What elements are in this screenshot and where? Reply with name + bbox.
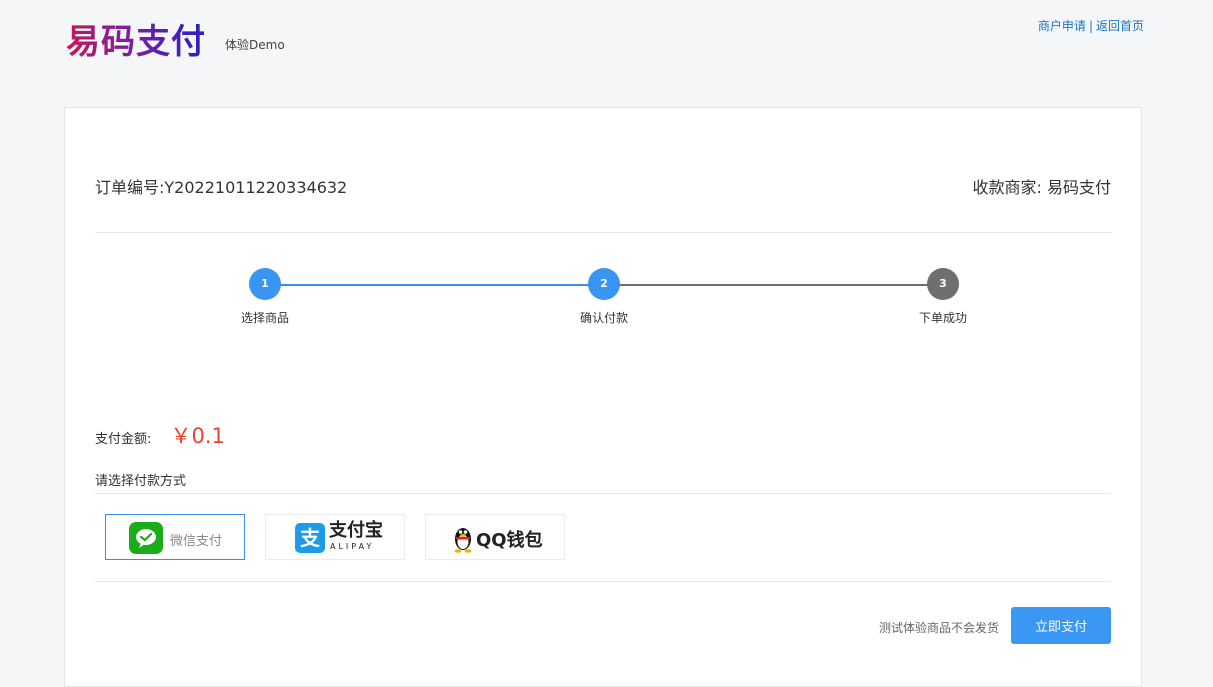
progress-steps: 1 选择商品 2 确认付款 3 下单成功 xyxy=(95,268,1111,338)
link-separator: | xyxy=(1088,19,1093,33)
merchant-info: 收款商家: 易码支付 xyxy=(972,174,1111,198)
pay-now-button[interactable]: 立即支付 xyxy=(1011,607,1111,644)
page-header: 易码支付 体验Demo 商户申请 | 返回首页 xyxy=(0,0,1213,100)
logo-subtitle: 体验Demo xyxy=(225,38,285,52)
qq-wallet-option[interactable]: QQ钱包 xyxy=(425,514,565,560)
back-home-link[interactable]: 返回首页 xyxy=(1096,19,1144,33)
merchant-label: 收款商家: xyxy=(972,178,1042,197)
merchant-name: 易码支付 xyxy=(1046,178,1111,197)
test-notice: 测试体验商品不会发货 xyxy=(878,621,999,635)
choose-method-label: 请选择付款方式 xyxy=(95,474,187,489)
wechat-pay-option[interactable]: 微信支付 xyxy=(105,514,245,560)
step-label: 下单成功 xyxy=(918,311,967,325)
alipay-icon: 支 xyxy=(295,523,325,553)
alipay-option[interactable]: 支 支付宝 ALIPAY xyxy=(265,514,405,560)
merchant-apply-link[interactable]: 商户申请 xyxy=(1038,19,1086,33)
step-select-goods: 1 选择商品 xyxy=(215,268,315,326)
step-label: 确认付款 xyxy=(579,311,628,325)
amount-value: ￥0.1 xyxy=(170,424,225,448)
step-confirm-payment: 2 确认付款 xyxy=(554,268,654,326)
divider xyxy=(95,581,1111,582)
payment-amount: 支付金额: ￥0.1 xyxy=(95,420,225,450)
brand-logo[interactable]: 易码支付 xyxy=(66,20,206,64)
top-links: 商户申请 | 返回首页 xyxy=(1038,17,1144,34)
wechat-pay-label: 微信支付 xyxy=(170,534,223,549)
qq-penguin-icon xyxy=(452,523,474,553)
divider xyxy=(95,493,1111,494)
order-number-label: 订单编号: xyxy=(95,178,165,197)
step-label: 选择商品 xyxy=(240,311,289,325)
order-number: 订单编号:Y20221011220334632 xyxy=(95,174,347,198)
step-order-success: 3 下单成功 xyxy=(893,268,993,326)
checkout-card: 订单编号:Y20221011220334632 收款商家: 易码支付 1 选择商… xyxy=(64,107,1142,687)
amount-label: 支付金额: xyxy=(95,432,152,447)
step-number: 1 xyxy=(249,268,281,300)
alipay-label: 支付宝 xyxy=(329,520,383,541)
wechat-icon xyxy=(129,522,163,554)
step-number: 3 xyxy=(927,268,959,300)
step-number: 2 xyxy=(588,268,620,300)
qq-wallet-label: QQ钱包 xyxy=(476,530,543,551)
divider xyxy=(95,232,1111,233)
order-number-value: Y20221011220334632 xyxy=(164,178,348,197)
alipay-sublabel: ALIPAY xyxy=(330,542,375,551)
